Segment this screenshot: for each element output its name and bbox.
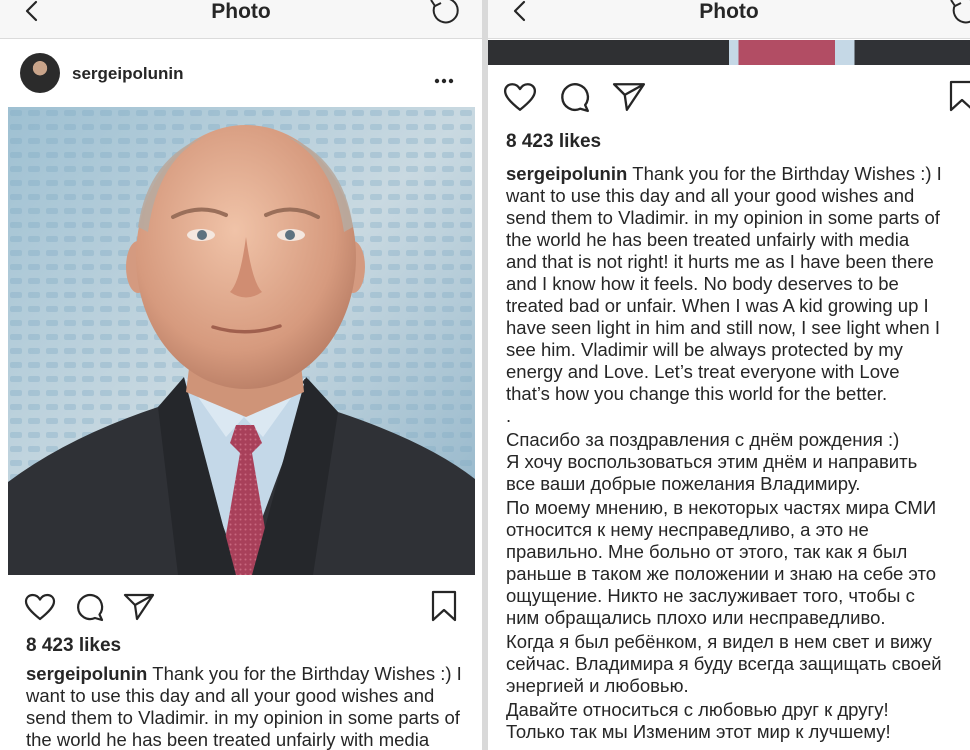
- post-username[interactable]: sergeipolunin: [72, 64, 183, 84]
- screen-title: Photo: [211, 0, 271, 23]
- caption-line-ru: ощущение. Никто не заслуживает того, что…: [506, 585, 915, 606]
- caption-line-ru: относится к нему несправедливо, а это не: [506, 519, 869, 540]
- caption-line: energy and Love. Let’s treat everyone wi…: [506, 361, 900, 382]
- caption-line-ru: сейчас. Владимира я буду всегда защищать…: [506, 653, 942, 674]
- avatar[interactable]: [20, 53, 60, 93]
- navigation-bar: Photo: [488, 0, 970, 39]
- caption-line-ru: ним обращались плохо или несправедливо.: [506, 607, 886, 628]
- caption-username[interactable]: sergeipolunin: [26, 663, 147, 684]
- post-header: sergeipolunin: [0, 40, 482, 106]
- post-caption: sergeipolunin Thank you for the Birthday …: [506, 163, 970, 743]
- post-actions: [488, 76, 970, 120]
- comment-icon[interactable]: [75, 592, 105, 622]
- caption-line-ru: раньше в таком же положении и знаю на се…: [506, 563, 937, 584]
- bookmark-icon[interactable]: [948, 80, 970, 112]
- caption-line: treated bad or unfair. When I was A kid …: [506, 295, 929, 316]
- heart-icon[interactable]: [24, 593, 56, 621]
- screen-title: Photo: [699, 0, 759, 23]
- more-horizontal-icon: [434, 78, 454, 84]
- right-screenshot: Photo 8 423 likes sergeipolunin Thank you…: [488, 0, 970, 750]
- more-options-button[interactable]: [434, 71, 454, 89]
- caption-line-ru: Давайте относиться с любовью друг к друг…: [506, 699, 889, 720]
- caption-line: the world he has been treated unfairly w…: [506, 229, 910, 250]
- caption-username[interactable]: sergeipolunin: [506, 163, 627, 184]
- comment-icon[interactable]: [559, 81, 591, 113]
- caption-line-ru: По моему мнению, в некоторых частях мира…: [506, 497, 937, 518]
- caption-line: sergeipolunin Thank you for the Birthday …: [26, 663, 462, 684]
- caption-line-ru: все ваши добрые пожелания Владимиру.: [506, 473, 861, 494]
- left-screenshot: Photo sergeipolunin 8 423 likes sergeipo…: [0, 0, 482, 750]
- bookmark-icon[interactable]: [430, 590, 458, 622]
- post-photo[interactable]: [8, 107, 475, 575]
- caption-line: that’s how you change this world for the…: [506, 383, 888, 404]
- heart-icon[interactable]: [503, 82, 537, 112]
- caption-line: want to use this day and all your good w…: [26, 685, 435, 706]
- caption-line-ru: правильно. Мне больно от этого, так как …: [506, 541, 908, 562]
- caption-line: see him. Vladimir will be always protect…: [506, 339, 903, 360]
- caption-line: sergeipolunin Thank you for the Birthday …: [506, 163, 942, 184]
- refresh-icon: [430, 0, 459, 24]
- likes-count[interactable]: 8 423 likes: [506, 131, 601, 153]
- post-caption-preview: sergeipolunin Thank you for the Birthday …: [26, 663, 476, 750]
- likes-count[interactable]: 8 423 likes: [26, 635, 121, 657]
- caption-line-ru: Спасибо за поздравления с днём рождения …: [506, 429, 900, 450]
- portrait-image: [8, 107, 475, 575]
- caption-dot: .: [506, 405, 512, 426]
- caption-line: have seen light in him and still now, I …: [506, 317, 940, 338]
- caption-line: send them to Vladimir. in my opinion in …: [506, 207, 940, 228]
- share-icon[interactable]: [123, 592, 155, 622]
- post-photo-edge[interactable]: [488, 40, 970, 65]
- navigation-bar: Photo: [0, 0, 482, 39]
- post-actions: [0, 587, 482, 631]
- caption-line: and that is not right! it hurts me as I …: [506, 251, 934, 272]
- caption-line-ru: Только так мы Изменим этот мир к лучшему…: [506, 721, 891, 742]
- refresh-button[interactable]: [948, 0, 970, 30]
- caption-line: send them to Vladimir. in my opinion in …: [26, 707, 460, 728]
- refresh-button[interactable]: [428, 0, 460, 30]
- caption-line-ru: Когда я был ребёнком, я видел в нем свет…: [506, 631, 932, 652]
- caption-line-ru: энергией и любовью.: [506, 675, 689, 696]
- caption-line: the world he has been treated unfairly w…: [26, 729, 430, 750]
- caption-line-ru: Я хочу воспользоваться этим днём и напра…: [506, 451, 918, 472]
- caption-line: and I know how it feels. No body deserve…: [506, 273, 899, 294]
- share-icon[interactable]: [612, 81, 646, 113]
- refresh-icon: [950, 0, 970, 24]
- caption-line: want to use this day and all your good w…: [506, 185, 915, 206]
